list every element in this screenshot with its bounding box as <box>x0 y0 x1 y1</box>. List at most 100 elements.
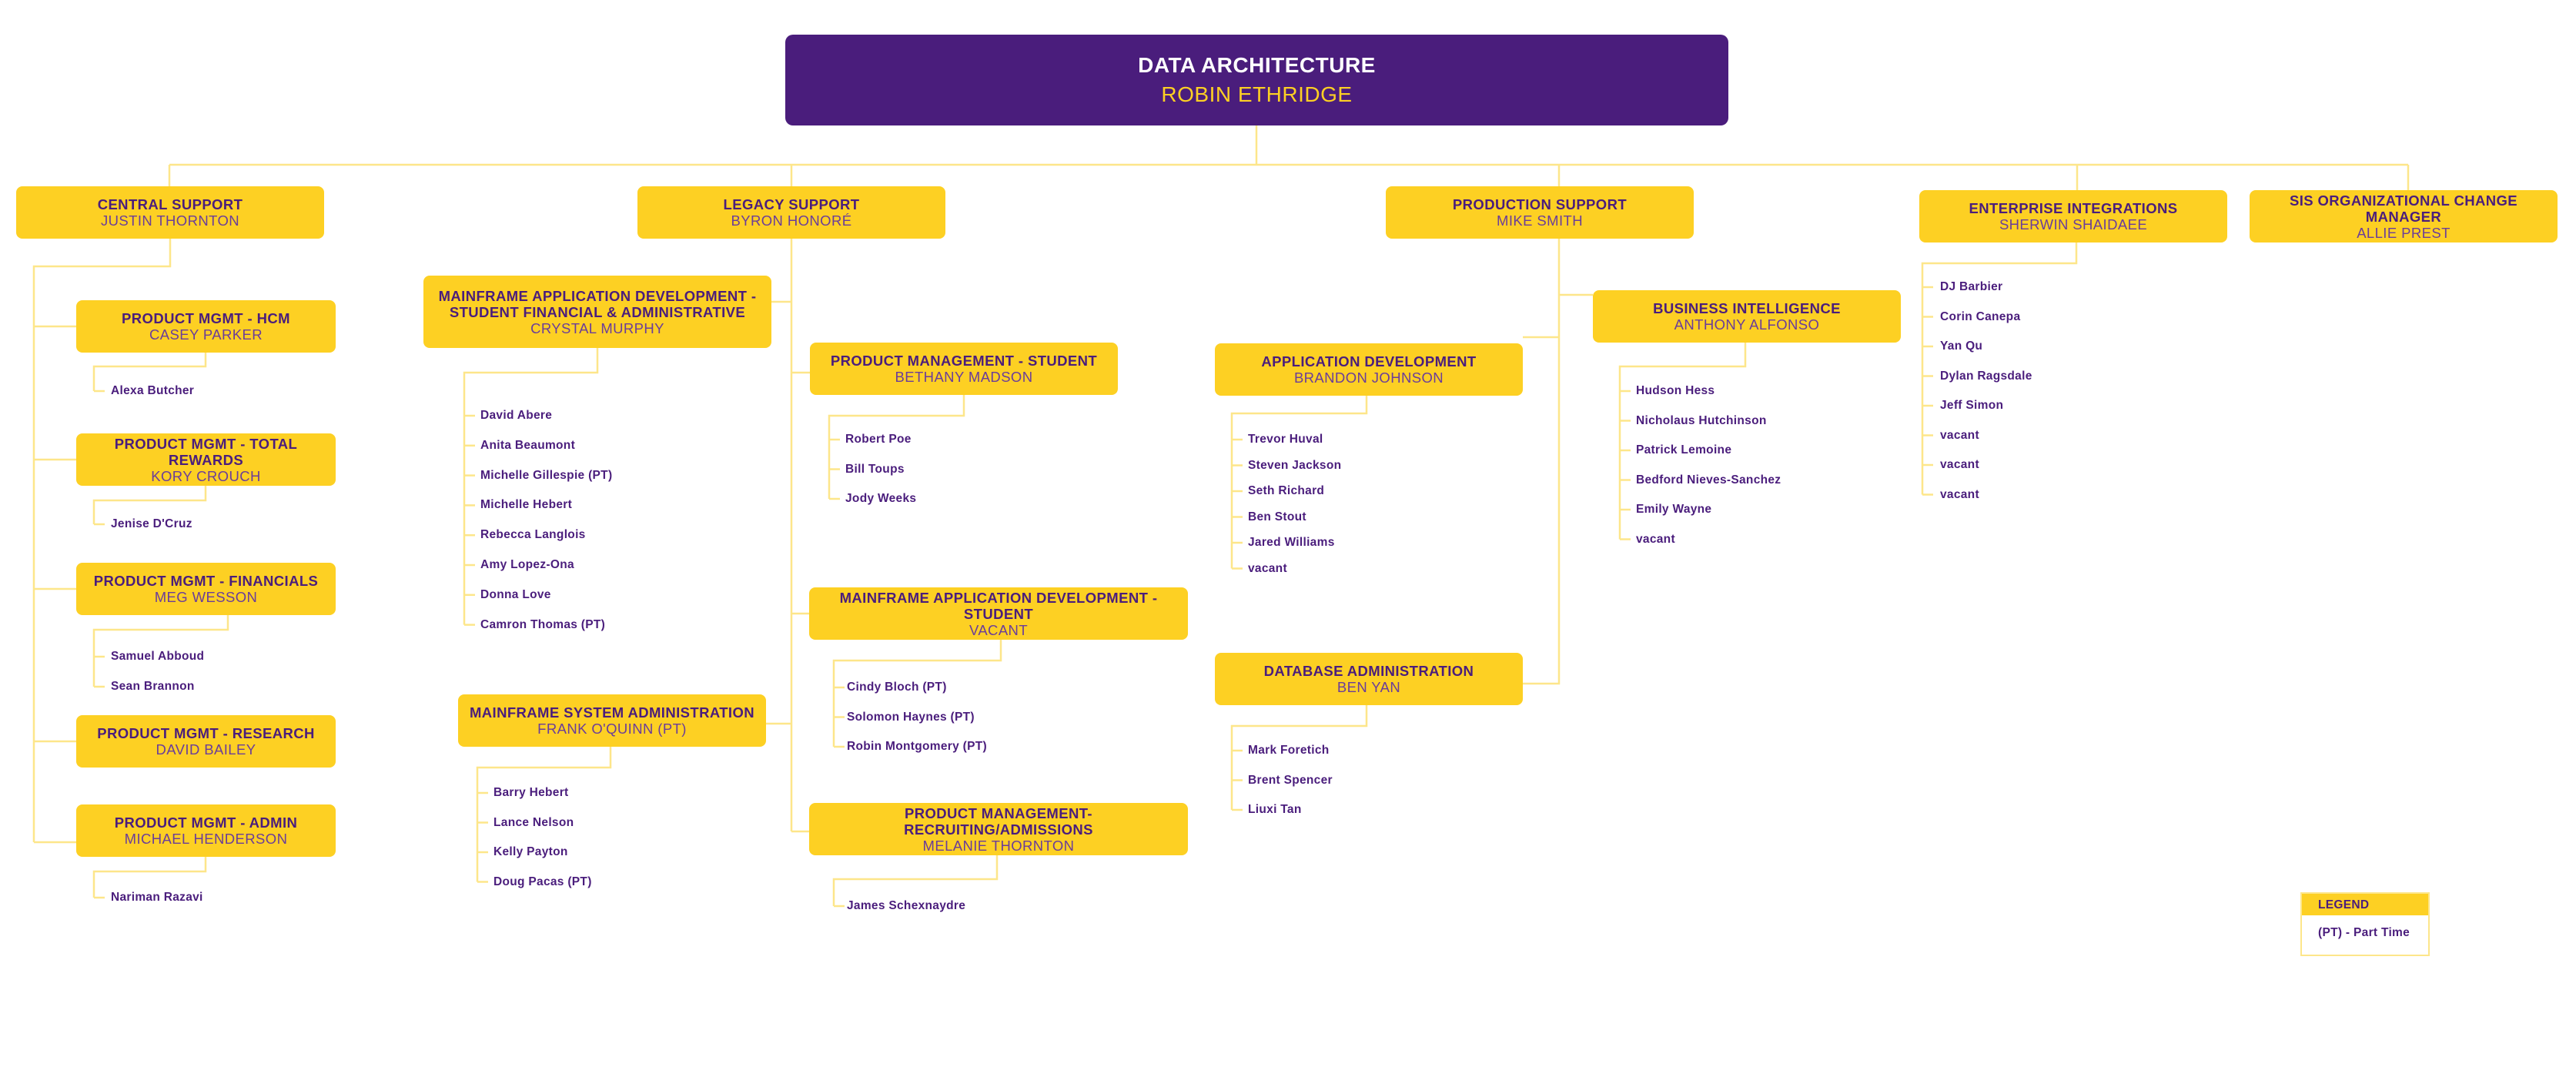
member-name: vacant <box>1636 532 1675 546</box>
member-name: David Abere <box>480 409 553 422</box>
node-name: SHERWIN SHAIDAEE <box>1999 216 2148 232</box>
node-title: DATABASE ADMINISTRATION <box>1263 663 1474 679</box>
team-mf-app-dev-student[interactable]: MAINFRAME APPLICATION DEVELOPMENT - STUD… <box>809 587 1188 640</box>
legend-item: (PT) - Part Time <box>2318 926 2410 939</box>
member-name: vacant <box>1940 458 1979 471</box>
member-name: Amy Lopez-Ona <box>480 558 574 571</box>
dept-enterprise-integrations[interactable]: ENTERPRISE INTEGRATIONS SHERWIN SHAIDAEE <box>1919 190 2227 242</box>
member-name: Alexa Butcher <box>111 384 195 397</box>
node-name: FRANK O'QUINN (PT) <box>537 721 687 737</box>
member-name: vacant <box>1940 487 1979 501</box>
member-name: Jody Weeks <box>845 492 917 505</box>
node-name: MICHAEL HENDERSON <box>124 831 288 847</box>
team-business-intelligence[interactable]: BUSINESS INTELLIGENCE ANTHONY ALFONSO <box>1593 290 1901 343</box>
root-node[interactable]: DATA ARCHITECTURE ROBIN ETHRIDGE <box>785 35 1728 125</box>
member-name: Anita Beaumont <box>480 438 576 452</box>
team-mf-app-dev-sfa[interactable]: MAINFRAME APPLICATION DEVELOPMENT - STUD… <box>423 276 771 348</box>
member-name: Nicholaus Hutchinson <box>1636 413 1767 427</box>
root-name: ROBIN ETHRIDGE <box>1161 82 1353 106</box>
node-name: JUSTIN THORNTON <box>100 212 240 229</box>
member-name: James Schexnaydre <box>847 899 966 912</box>
member-name: Sean Brannon <box>111 680 195 693</box>
legend-title: LEGEND <box>2302 894 2428 915</box>
member-name: Bedford Nieves-Sanchez <box>1636 473 1781 487</box>
node-title: PRODUCT MGMT - FINANCIALS <box>93 573 319 589</box>
team-pm-student[interactable]: PRODUCT MANAGEMENT - STUDENT BETHANY MAD… <box>810 343 1118 395</box>
team-application-development[interactable]: APPLICATION DEVELOPMENT BRANDON JOHNSON <box>1215 343 1523 396</box>
member-name: Liuxi Tan <box>1248 803 1302 816</box>
team-database-administration[interactable]: DATABASE ADMINISTRATION BEN YAN <box>1215 653 1523 705</box>
member-name: Michelle Gillespie (PT) <box>480 468 613 482</box>
team-pm-recruiting[interactable]: PRODUCT MANAGEMENT- RECRUITING/ADMISSION… <box>809 803 1188 855</box>
member-name: Yan Qu <box>1940 339 1983 353</box>
member-name: Doug Pacas (PT) <box>493 875 592 888</box>
member-name: Robert Poe <box>845 433 912 446</box>
team-pm-financials[interactable]: PRODUCT MGMT - FINANCIALS MEG WESSON <box>76 563 336 615</box>
member-name: Solomon Haynes (PT) <box>847 710 975 724</box>
member-name: Michelle Hebert <box>480 498 573 512</box>
node-title: PRODUCT MGMT - ADMIN <box>114 814 298 831</box>
dept-legacy-support[interactable]: LEGACY SUPPORT BYRON HONORÉ <box>637 186 945 239</box>
org-chart: DATA ARCHITECTURE ROBIN ETHRIDGE CENTRAL… <box>0 0 2576 1077</box>
member-name: Camron Thomas (PT) <box>480 617 606 631</box>
member-name: Jared Williams <box>1248 536 1335 549</box>
node-name: CASEY PARKER <box>149 326 263 343</box>
node-title: SIS ORGANIZATIONAL CHANGE MANAGER <box>2289 192 2518 225</box>
node-title: ENTERPRISE INTEGRATIONS <box>1969 200 2178 216</box>
member-name: Donna Love <box>480 587 551 601</box>
member-name: Cindy Bloch (PT) <box>847 681 947 694</box>
node-name: MIKE SMITH <box>1497 212 1583 229</box>
mf-app-dev-sfa-bracket <box>463 348 599 625</box>
node-title: MAINFRAME APPLICATION DEVELOPMENT - STUD… <box>438 287 757 320</box>
node-title: PRODUCT MANAGEMENT - STUDENT <box>830 353 1098 369</box>
node-title: PRODUCT MGMT - RESEARCH <box>97 725 315 741</box>
node-title: APPLICATION DEVELOPMENT <box>1261 353 1477 370</box>
team-pm-total-rewards[interactable]: PRODUCT MGMT - TOTAL REWARDS KORY CROUCH <box>76 433 336 486</box>
node-title: LEGACY SUPPORT <box>723 196 860 212</box>
dept-central-support[interactable]: CENTRAL SUPPORT JUSTIN THORNTON <box>16 186 324 239</box>
member-name: Jenise D'Cruz <box>111 517 192 530</box>
node-name: MELANIE THORNTON <box>922 837 1075 854</box>
member-name: Kelly Payton <box>493 845 568 858</box>
root-title: DATA ARCHITECTURE <box>1138 53 1376 77</box>
team-pm-admin[interactable]: PRODUCT MGMT - ADMIN MICHAEL HENDERSON <box>76 804 336 857</box>
member-name: Patrick Lemoine <box>1636 443 1732 457</box>
member-name: DJ Barbier <box>1940 280 2003 293</box>
node-name: BRANDON JOHNSON <box>1293 370 1444 386</box>
node-name: CRYSTAL MURPHY <box>530 319 664 336</box>
member-name: Brent Spencer <box>1248 773 1333 787</box>
team-mf-sys-admin[interactable]: MAINFRAME SYSTEM ADMINISTRATION FRANK O'… <box>458 694 766 747</box>
node-title: PRODUCT MANAGEMENT- RECRUITING/ADMISSION… <box>904 804 1093 838</box>
member-name: Mark Foretich <box>1248 744 1330 757</box>
node-title: PRODUCT MGMT - HCM <box>122 310 290 326</box>
node-title: MAINFRAME APPLICATION DEVELOPMENT - STUD… <box>839 589 1158 622</box>
node-name: ANTHONY ALFONSO <box>1674 316 1820 333</box>
member-name: Corin Canepa <box>1940 309 2021 323</box>
mf-sys-admin-bracket <box>476 747 612 882</box>
legend: LEGEND (PT) - Part Time <box>2300 892 2430 956</box>
dept-production-support[interactable]: PRODUCTION SUPPORT MIKE SMITH <box>1386 186 1694 239</box>
member-name: Barry Hebert <box>493 786 569 799</box>
node-name: BEN YAN <box>1337 679 1401 695</box>
node-name: BYRON HONORÉ <box>731 212 852 229</box>
member-name: Rebecca Langlois <box>480 528 586 542</box>
member-name: Steven Jackson <box>1248 458 1342 472</box>
member-name: Hudson Hess <box>1636 384 1715 397</box>
member-name: Dylan Ragsdale <box>1940 369 2032 383</box>
node-name: VACANT <box>969 621 1029 638</box>
member-name: Emily Wayne <box>1636 503 1712 516</box>
node-title: CENTRAL SUPPORT <box>97 196 243 212</box>
team-pm-hcm[interactable]: PRODUCT MGMT - HCM CASEY PARKER <box>76 300 336 353</box>
member-name: Nariman Razavi <box>111 891 203 904</box>
member-name: Robin Montgomery (PT) <box>847 740 987 753</box>
member-name: Seth Richard <box>1248 484 1325 497</box>
dba-bracket <box>1230 705 1368 810</box>
node-name: BETHANY MADSON <box>895 369 1033 385</box>
member-name: Bill Toups <box>845 462 905 476</box>
team-pm-research[interactable]: PRODUCT MGMT - RESEARCH DAVID BAILEY <box>76 715 336 768</box>
node-title: MAINFRAME SYSTEM ADMINISTRATION <box>469 704 755 721</box>
dept-sis-change-manager[interactable]: SIS ORGANIZATIONAL CHANGE MANAGER ALLIE … <box>2250 190 2558 242</box>
member-name: Ben Stout <box>1248 510 1306 523</box>
production-spine <box>1523 239 1561 685</box>
node-name: DAVID BAILEY <box>156 741 256 758</box>
